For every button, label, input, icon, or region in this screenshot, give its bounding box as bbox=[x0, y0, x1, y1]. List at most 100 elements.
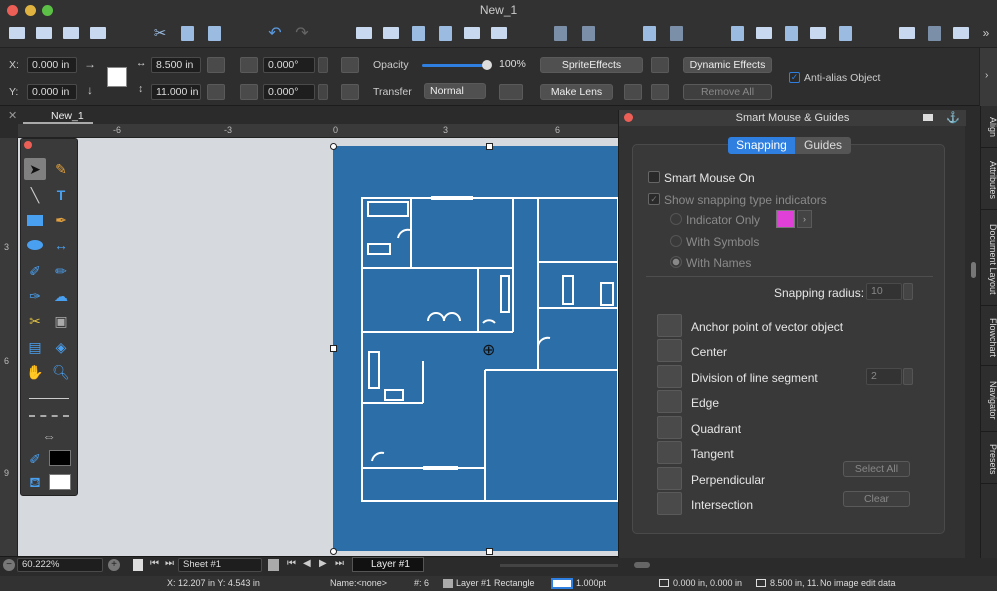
skew-stepper[interactable] bbox=[318, 84, 328, 100]
transfer-options-icon[interactable] bbox=[499, 84, 523, 100]
collapse-panel-icon[interactable] bbox=[923, 114, 933, 121]
proportion-icon[interactable] bbox=[207, 57, 225, 73]
close-window-icon[interactable] bbox=[7, 5, 18, 16]
monitor-icon[interactable] bbox=[924, 23, 944, 43]
indicator-only-radio[interactable] bbox=[670, 213, 682, 225]
ellipse-tool-icon[interactable] bbox=[24, 234, 46, 256]
layer-stack-icon[interactable] bbox=[381, 23, 401, 43]
snap-intersection-label[interactable]: Intersection bbox=[691, 498, 753, 512]
layer-tab[interactable]: Layer #1 bbox=[352, 557, 424, 572]
scroll-thumb[interactable] bbox=[971, 262, 976, 278]
x-field[interactable]: 0.000 in bbox=[27, 57, 77, 73]
center-snap-icon[interactable] bbox=[657, 339, 682, 362]
skew-field[interactable]: 0.000° bbox=[263, 84, 315, 100]
paint-tool-icon[interactable]: ✑ bbox=[24, 285, 46, 307]
page-icon[interactable] bbox=[133, 559, 143, 571]
width-field[interactable]: 8.500 in bbox=[151, 57, 201, 73]
stroke-color-swatch[interactable] bbox=[49, 450, 71, 466]
edit-icon[interactable] bbox=[951, 23, 971, 43]
document-tab[interactable]: New_1 bbox=[51, 110, 84, 122]
print-icon[interactable] bbox=[88, 23, 108, 43]
selection-handle[interactable] bbox=[330, 548, 337, 555]
zoom-field[interactable]: 60.222% bbox=[17, 558, 103, 572]
rotation-stepper[interactable] bbox=[318, 57, 328, 73]
panel-hscrollbar[interactable] bbox=[634, 562, 650, 568]
rotation-field[interactable]: 0.000° bbox=[263, 57, 315, 73]
maximize-window-icon[interactable] bbox=[42, 5, 53, 16]
line-style-solid[interactable] bbox=[29, 398, 69, 399]
snapping-radius-field[interactable]: 10 bbox=[866, 283, 902, 300]
dynamic-effects-button[interactable]: Dynamic Effects bbox=[683, 57, 772, 73]
perpendicular-snap-icon[interactable] bbox=[657, 467, 682, 490]
rectangle-tool-icon[interactable] bbox=[24, 209, 46, 231]
redo-icon[interactable]: ↷ bbox=[292, 23, 312, 43]
lock-icon[interactable] bbox=[639, 23, 659, 43]
ungroup-icon[interactable] bbox=[578, 23, 598, 43]
selection-handle[interactable] bbox=[486, 548, 493, 555]
cut-icon[interactable]: ✂ bbox=[150, 23, 170, 43]
snap-perpendicular-label[interactable]: Perpendicular bbox=[691, 473, 765, 487]
notes-icon[interactable] bbox=[897, 23, 917, 43]
first-sheet-icon[interactable]: ⏮ bbox=[150, 558, 159, 569]
quadrant-snap-icon[interactable] bbox=[657, 416, 682, 439]
group-icon[interactable] bbox=[550, 23, 570, 43]
zoom-in-icon[interactable]: + bbox=[108, 559, 120, 571]
flip-icon[interactable] bbox=[207, 84, 225, 100]
image-tool-icon[interactable]: ▣ bbox=[50, 310, 72, 332]
bring-forward-icon[interactable] bbox=[435, 23, 455, 43]
with-symbols-radio[interactable] bbox=[670, 235, 682, 247]
anchor-panel-icon[interactable]: ⚓ bbox=[946, 110, 960, 126]
dimension-tool-icon[interactable]: ↔ bbox=[50, 234, 72, 256]
zoom-tool-icon[interactable]: 🔍︎ bbox=[50, 361, 72, 383]
selection-handle[interactable] bbox=[330, 345, 337, 352]
tangent-snap-icon[interactable] bbox=[657, 441, 682, 464]
division-snap-icon[interactable] bbox=[657, 365, 682, 388]
bring-to-front-icon[interactable] bbox=[462, 23, 482, 43]
selection-handle[interactable] bbox=[486, 143, 493, 150]
line-style-dashed[interactable] bbox=[29, 415, 69, 417]
snap-edge-label[interactable]: Edge bbox=[691, 396, 719, 410]
more-icon[interactable]: » bbox=[976, 23, 996, 43]
center-crosshair-icon[interactable]: ⊕ bbox=[482, 340, 495, 360]
first-layer-icon[interactable]: ⏮ bbox=[287, 558, 296, 569]
snap-anchor-point-label[interactable]: Anchor point of vector object bbox=[691, 320, 843, 334]
snap-tangent-label[interactable]: Tangent bbox=[691, 447, 734, 461]
paste-icon[interactable] bbox=[204, 23, 224, 43]
close-tab-icon[interactable]: ✕ bbox=[8, 109, 17, 122]
align-guides-icon[interactable] bbox=[727, 23, 747, 43]
line-tool-icon[interactable]: ╲ bbox=[24, 184, 46, 206]
tab-snapping[interactable]: Snapping bbox=[728, 137, 795, 154]
pencil-tool-icon[interactable]: ✏ bbox=[50, 260, 72, 282]
side-tab-document-layout[interactable]: Document Layout bbox=[981, 214, 997, 306]
open-file-icon[interactable] bbox=[34, 23, 54, 43]
previous-layer-icon[interactable]: ◀ bbox=[303, 558, 311, 569]
side-tab-presets[interactable]: Presets bbox=[981, 436, 997, 484]
new-document-icon[interactable] bbox=[7, 23, 27, 43]
copy-icon[interactable] bbox=[177, 23, 197, 43]
skew-icon[interactable] bbox=[240, 84, 258, 100]
send-backward-icon[interactable] bbox=[408, 23, 428, 43]
clone-tool-icon[interactable]: ◈ bbox=[50, 336, 72, 358]
anti-alias-checkbox[interactable]: ✓ bbox=[789, 72, 800, 83]
clear-button[interactable]: Clear bbox=[843, 491, 910, 507]
close-palette-icon[interactable] bbox=[24, 141, 32, 149]
next-layer-icon[interactable]: ▶ bbox=[319, 558, 327, 569]
minimize-window-icon[interactable] bbox=[25, 5, 36, 16]
intersection-snap-icon[interactable] bbox=[657, 492, 682, 515]
sheet-select[interactable]: Sheet #1 bbox=[178, 558, 262, 572]
lens-options-icon[interactable] bbox=[624, 84, 642, 100]
hand-tool-icon[interactable]: ✋ bbox=[24, 361, 46, 383]
edge-snap-icon[interactable] bbox=[657, 390, 682, 413]
opacity-slider-knob[interactable] bbox=[482, 60, 492, 70]
opacity-value[interactable]: 100% bbox=[495, 57, 530, 73]
indicator-color-menu-icon[interactable]: › bbox=[797, 210, 812, 228]
send-to-back-icon[interactable] bbox=[489, 23, 509, 43]
division-count-stepper[interactable] bbox=[903, 368, 913, 385]
with-names-radio[interactable] bbox=[670, 256, 682, 268]
tab-guides[interactable]: Guides bbox=[795, 137, 851, 154]
show-indicators-checkbox[interactable]: ✓ bbox=[648, 193, 660, 205]
fill-color-tool-icon[interactable]: ⛾ bbox=[24, 472, 46, 494]
sprite-effects-button[interactable]: SpriteEffects bbox=[540, 57, 643, 73]
layers-icon[interactable] bbox=[354, 23, 374, 43]
save-icon[interactable] bbox=[61, 23, 81, 43]
